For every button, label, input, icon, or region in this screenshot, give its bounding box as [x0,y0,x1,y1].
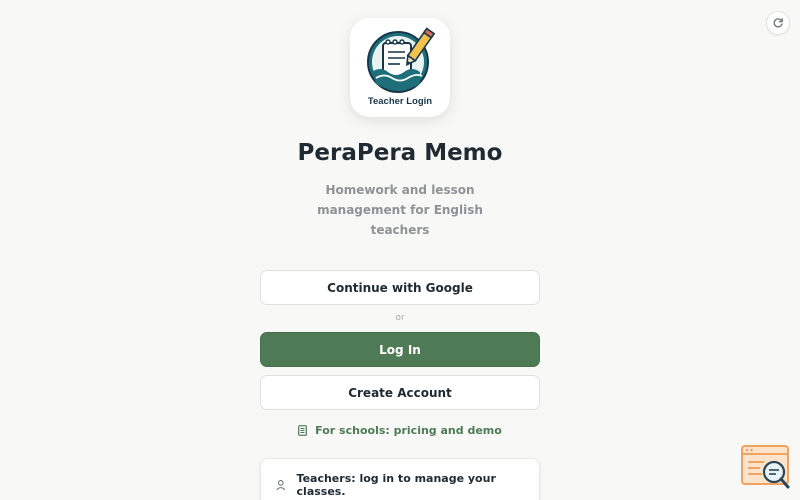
info-card: Teachers: log in to manage your classes. [260,458,540,500]
google-signin-button[interactable]: Continue with Google [260,270,540,305]
schools-pricing-link[interactable]: For schools: pricing and demo [0,424,800,437]
refresh-button[interactable] [766,11,790,35]
logo-caption: Teacher Login [367,96,433,107]
create-account-label: Create Account [348,385,452,400]
schools-pricing-label: For schools: pricing and demo [315,424,502,437]
search-window-icon [741,445,790,489]
notepad-pencil-logo [367,27,436,93]
refresh-icon [773,18,783,28]
login-label: Log In [379,342,421,357]
page-title: PeraPera Memo [297,140,503,166]
page-subtitle: Homework and lesson management for Engli… [317,183,483,237]
notebook-icon [298,425,308,436]
divider-or: or [395,313,405,323]
login-button[interactable]: Log In [260,332,540,367]
person-icon [276,480,286,491]
app-logo: Teacher Login [350,18,450,117]
help-widget-button[interactable] [740,444,792,490]
create-account-button[interactable]: Create Account [260,375,540,410]
google-signin-label: Continue with Google [327,280,473,295]
info-card-text: Teachers: log in to manage your classes. [296,472,496,498]
